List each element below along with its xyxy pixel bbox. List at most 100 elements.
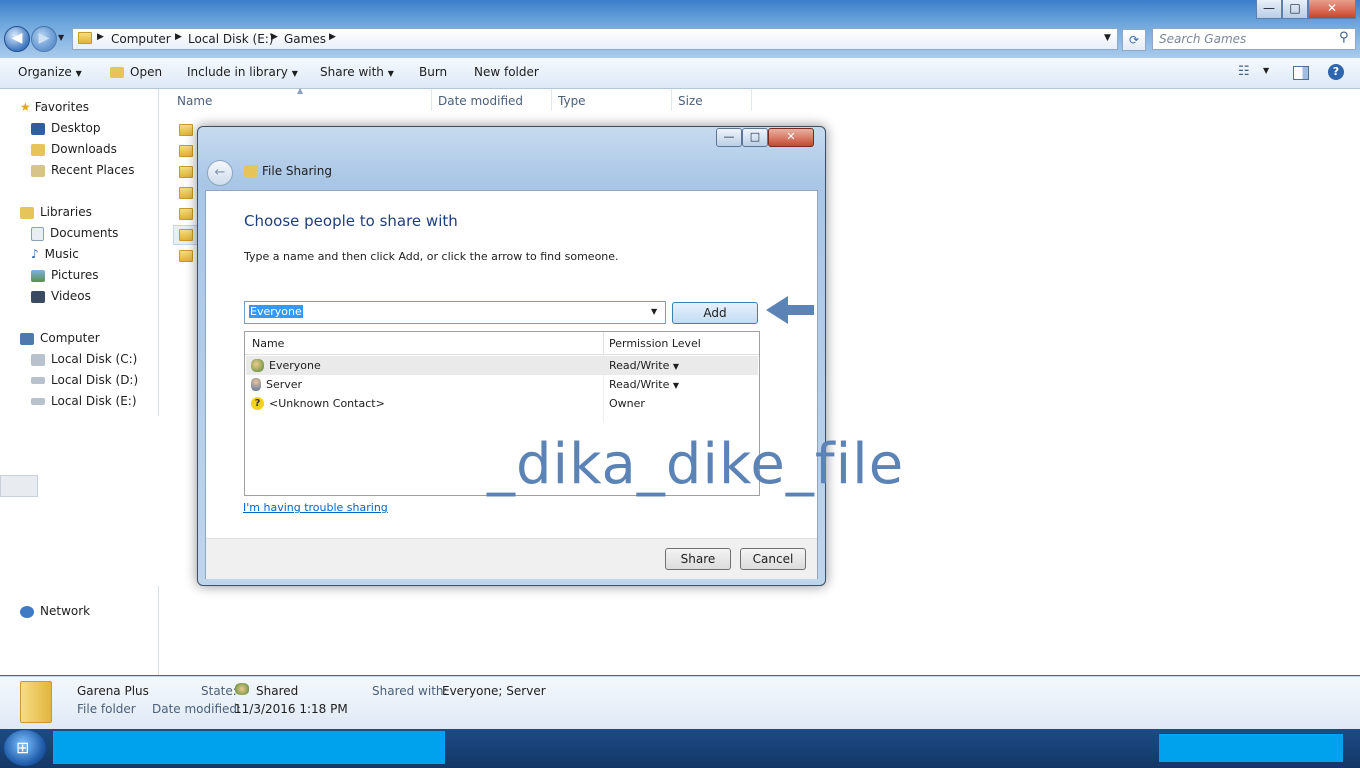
share-name-combobox[interactable]: Everyone ▼ xyxy=(244,301,666,324)
share-button[interactable]: Share xyxy=(665,548,731,570)
share-name-input[interactable]: Everyone xyxy=(249,305,303,318)
system-tray-area[interactable] xyxy=(1159,734,1343,762)
nav-disk-c[interactable]: Local Disk (C:) xyxy=(31,352,137,366)
videos-icon xyxy=(31,290,45,303)
permission-dropdown[interactable]: Read/Write ▼ xyxy=(609,359,679,372)
table-row[interactable]: ? <Unknown Contact> Owner xyxy=(246,394,758,413)
nav-computer[interactable]: Computer xyxy=(20,331,100,345)
folder-row-icon[interactable] xyxy=(179,208,193,220)
nav-recent-places[interactable]: Recent Places xyxy=(31,163,134,177)
minimize-button[interactable]: — xyxy=(1256,0,1282,19)
dialog-footer: Share Cancel xyxy=(206,538,817,579)
nav-music[interactable]: ♪ Music xyxy=(31,247,79,261)
dialog-minimize-button[interactable]: — xyxy=(716,128,742,147)
unknown-contact-icon: ? xyxy=(251,397,264,410)
table-header-name[interactable]: Name xyxy=(252,337,284,350)
breadcrumb-local-disk-e[interactable]: Local Disk (E:) xyxy=(188,32,274,46)
nav-libraries[interactable]: Libraries xyxy=(20,205,92,219)
navigation-pane: ★ Favorites Desktop Downloads Recent Plac… xyxy=(0,89,159,675)
taskbar-apps-area[interactable] xyxy=(53,731,445,764)
dialog-close-button[interactable]: ✕ xyxy=(768,128,814,147)
command-bar: Organize ▼ Open Include in library ▼ Sha… xyxy=(0,58,1360,89)
nav-disk-e[interactable]: Local Disk (E:) xyxy=(31,394,137,408)
folder-row-icon[interactable] xyxy=(179,124,193,136)
back-button[interactable]: ◀ xyxy=(4,26,30,52)
details-modified-label: Date modified: xyxy=(152,702,242,716)
nav-videos[interactable]: Videos xyxy=(31,289,91,303)
column-separator[interactable] xyxy=(751,89,752,111)
breadcrumb-separator-icon[interactable]: ▶ xyxy=(97,32,104,42)
open-button[interactable]: Open xyxy=(110,65,162,79)
view-options-chevron-icon[interactable]: ▼ xyxy=(1263,66,1269,75)
preview-pane-icon[interactable] xyxy=(1293,66,1309,80)
chevron-down-icon: ▼ xyxy=(672,381,680,390)
address-dropdown-icon[interactable]: ▼ xyxy=(1104,33,1111,43)
nav-network[interactable]: Network xyxy=(20,604,90,618)
drive-icon xyxy=(31,353,45,366)
user-name: ? <Unknown Contact> xyxy=(251,396,385,410)
refresh-button[interactable]: ⟳ xyxy=(1122,29,1146,51)
taskbar: ⊞ xyxy=(0,729,1360,768)
cancel-button[interactable]: Cancel xyxy=(740,548,806,570)
open-folder-icon xyxy=(110,67,124,78)
chevron-down-icon: ▼ xyxy=(75,69,82,78)
details-state-value: Shared xyxy=(256,684,299,698)
breadcrumb-games[interactable]: Games xyxy=(284,32,326,46)
column-separator[interactable] xyxy=(551,89,552,111)
column-separator[interactable] xyxy=(671,89,672,111)
details-item-name: Garena Plus xyxy=(77,684,149,698)
chevron-down-icon: ▼ xyxy=(672,362,680,371)
dialog-back-button[interactable]: ← xyxy=(207,160,233,186)
column-separator[interactable] xyxy=(603,332,604,354)
breadcrumb-separator-icon[interactable]: ▶ xyxy=(271,32,278,42)
burn-button[interactable]: Burn xyxy=(419,65,447,79)
permission-dropdown[interactable]: Read/Write ▼ xyxy=(609,378,679,391)
details-state-label: State: xyxy=(201,684,237,698)
breadcrumb-separator-icon[interactable]: ▶ xyxy=(175,32,182,42)
column-header-date-modified[interactable]: Date modified xyxy=(438,94,523,108)
forward-button[interactable]: ▶ xyxy=(31,26,57,52)
address-bar[interactable]: ▶ Computer ▶ Local Disk (E:) ▶ Games ▶ ▼ xyxy=(72,28,1118,50)
search-icon[interactable]: ⚲ xyxy=(1339,30,1349,45)
downloads-folder-icon xyxy=(31,143,45,156)
nav-favorites[interactable]: ★ Favorites xyxy=(20,100,89,114)
start-button[interactable]: ⊞ xyxy=(4,730,46,766)
dialog-instructions: Type a name and then click Add, or click… xyxy=(244,250,619,263)
close-button[interactable]: ✕ xyxy=(1308,0,1356,19)
recent-pages-chevron-icon[interactable]: ▼ xyxy=(58,33,64,42)
forward-arrow-icon: ▶ xyxy=(38,30,50,46)
breadcrumb-computer[interactable]: Computer xyxy=(111,32,171,46)
column-header-name[interactable]: Name xyxy=(177,94,212,108)
help-icon[interactable]: ? xyxy=(1328,64,1344,80)
change-view-icon[interactable]: ☷ xyxy=(1238,64,1250,79)
nav-documents[interactable]: Documents xyxy=(31,226,118,241)
share-with-button[interactable]: Share with ▼ xyxy=(320,65,394,79)
folder-row-icon[interactable] xyxy=(179,250,193,262)
breadcrumb-separator-icon[interactable]: ▶ xyxy=(329,32,336,42)
trouble-sharing-link[interactable]: I'm having trouble sharing xyxy=(243,501,388,514)
include-in-library-button[interactable]: Include in library ▼ xyxy=(187,65,298,79)
dialog-maximize-button[interactable]: □ xyxy=(742,128,768,147)
search-input[interactable]: Search Games ⚲ xyxy=(1152,28,1356,50)
folder-icon xyxy=(78,32,92,44)
folder-row-icon[interactable] xyxy=(179,145,193,157)
nav-downloads[interactable]: Downloads xyxy=(31,142,117,156)
nav-pictures[interactable]: Pictures xyxy=(31,268,99,282)
shared-users-icon xyxy=(235,683,249,695)
folder-row-icon[interactable] xyxy=(179,187,193,199)
add-button[interactable]: Add xyxy=(672,302,758,324)
user-name: Server xyxy=(251,377,302,391)
table-header-permission[interactable]: Permission Level xyxy=(609,337,701,350)
column-header-type[interactable]: Type xyxy=(558,94,586,108)
new-folder-button[interactable]: New folder xyxy=(474,65,539,79)
combobox-dropdown-icon[interactable]: ▼ xyxy=(651,307,657,316)
table-row[interactable]: Server Read/Write ▼ xyxy=(246,375,758,394)
column-header-size[interactable]: Size xyxy=(678,94,703,108)
folder-row-icon[interactable] xyxy=(179,166,193,178)
nav-disk-d[interactable]: Local Disk (D:) xyxy=(31,373,138,387)
nav-desktop[interactable]: Desktop xyxy=(31,121,101,135)
organize-button[interactable]: Organize ▼ xyxy=(18,65,82,79)
table-row[interactable]: Everyone Read/Write ▼ xyxy=(246,356,758,375)
maximize-button[interactable]: □ xyxy=(1282,0,1308,19)
column-separator[interactable] xyxy=(431,89,432,111)
